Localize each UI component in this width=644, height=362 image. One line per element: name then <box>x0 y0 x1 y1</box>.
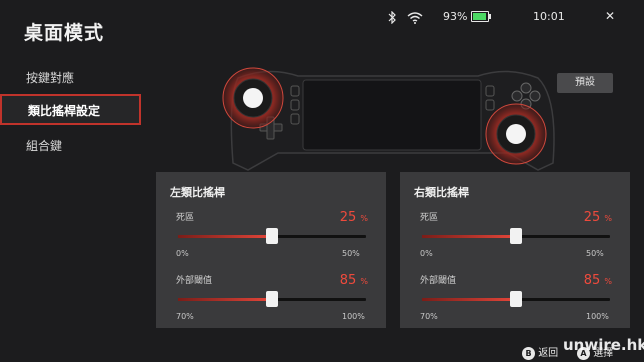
outer-threshold-label: 外部閾值 <box>176 276 213 286</box>
sidebar-item-key-mapping[interactable]: 按鍵對應 <box>26 69 74 86</box>
wifi-icon <box>407 9 423 28</box>
slider-max-label: 100% <box>586 312 609 321</box>
slider-min-label: 70% <box>176 312 194 321</box>
b-button-icon: B <box>522 347 535 360</box>
slider-thumb[interactable] <box>510 291 522 307</box>
close-icon[interactable]: ✕ <box>605 9 615 23</box>
back-hint[interactable]: B 返回 <box>522 344 558 360</box>
outer-threshold-value: 85 % <box>339 273 368 288</box>
outer-threshold-value: 85 % <box>583 273 612 288</box>
slider-thumb[interactable] <box>266 228 278 244</box>
page-title: 桌面模式 <box>24 22 105 44</box>
outer-threshold-slider[interactable] <box>178 291 366 307</box>
sidebar-item-combo-keys[interactable]: 組合鍵 <box>26 137 62 154</box>
deadzone-value: 25 % <box>339 210 368 225</box>
left-stick-panel: 左類比搖桿 死區 25 % 0% 50% 外部閾值 85 % 70% 100% <box>156 172 386 328</box>
sidebar-item-label: 類比搖桿設定 <box>28 104 101 118</box>
sidebar-item-analog-stick-settings[interactable]: 類比搖桿設定 <box>0 94 141 125</box>
clock: 10:01 <box>533 10 565 23</box>
back-label: 返回 <box>538 348 559 359</box>
deadzone-slider[interactable] <box>422 228 610 244</box>
right-stick-panel: 右類比搖桿 死區 25 % 0% 50% 外部閾值 85 % 70% 100% <box>400 172 630 328</box>
deadzone-value: 25 % <box>583 210 612 225</box>
panel-title: 右類比搖桿 <box>414 186 469 199</box>
outer-threshold-label: 外部閾值 <box>420 276 457 286</box>
slider-max-label: 50% <box>342 249 360 258</box>
slider-min-label: 70% <box>420 312 438 321</box>
deadzone-label: 死區 <box>176 213 195 223</box>
battery-percent: 93% <box>443 10 468 23</box>
slider-thumb[interactable] <box>510 228 522 244</box>
panel-title: 左類比搖桿 <box>170 186 225 199</box>
deadzone-label: 死區 <box>420 213 439 223</box>
slider-max-label: 50% <box>586 249 604 258</box>
deadzone-slider[interactable] <box>178 228 366 244</box>
bluetooth-icon <box>387 9 397 28</box>
watermark: unwire.hk <box>563 336 644 354</box>
outer-threshold-slider[interactable] <box>422 291 610 307</box>
slider-min-label: 0% <box>176 249 189 258</box>
slider-min-label: 0% <box>420 249 433 258</box>
controller-illustration <box>222 67 555 171</box>
slider-max-label: 100% <box>342 312 365 321</box>
battery-icon <box>471 11 491 22</box>
slider-thumb[interactable] <box>266 291 278 307</box>
